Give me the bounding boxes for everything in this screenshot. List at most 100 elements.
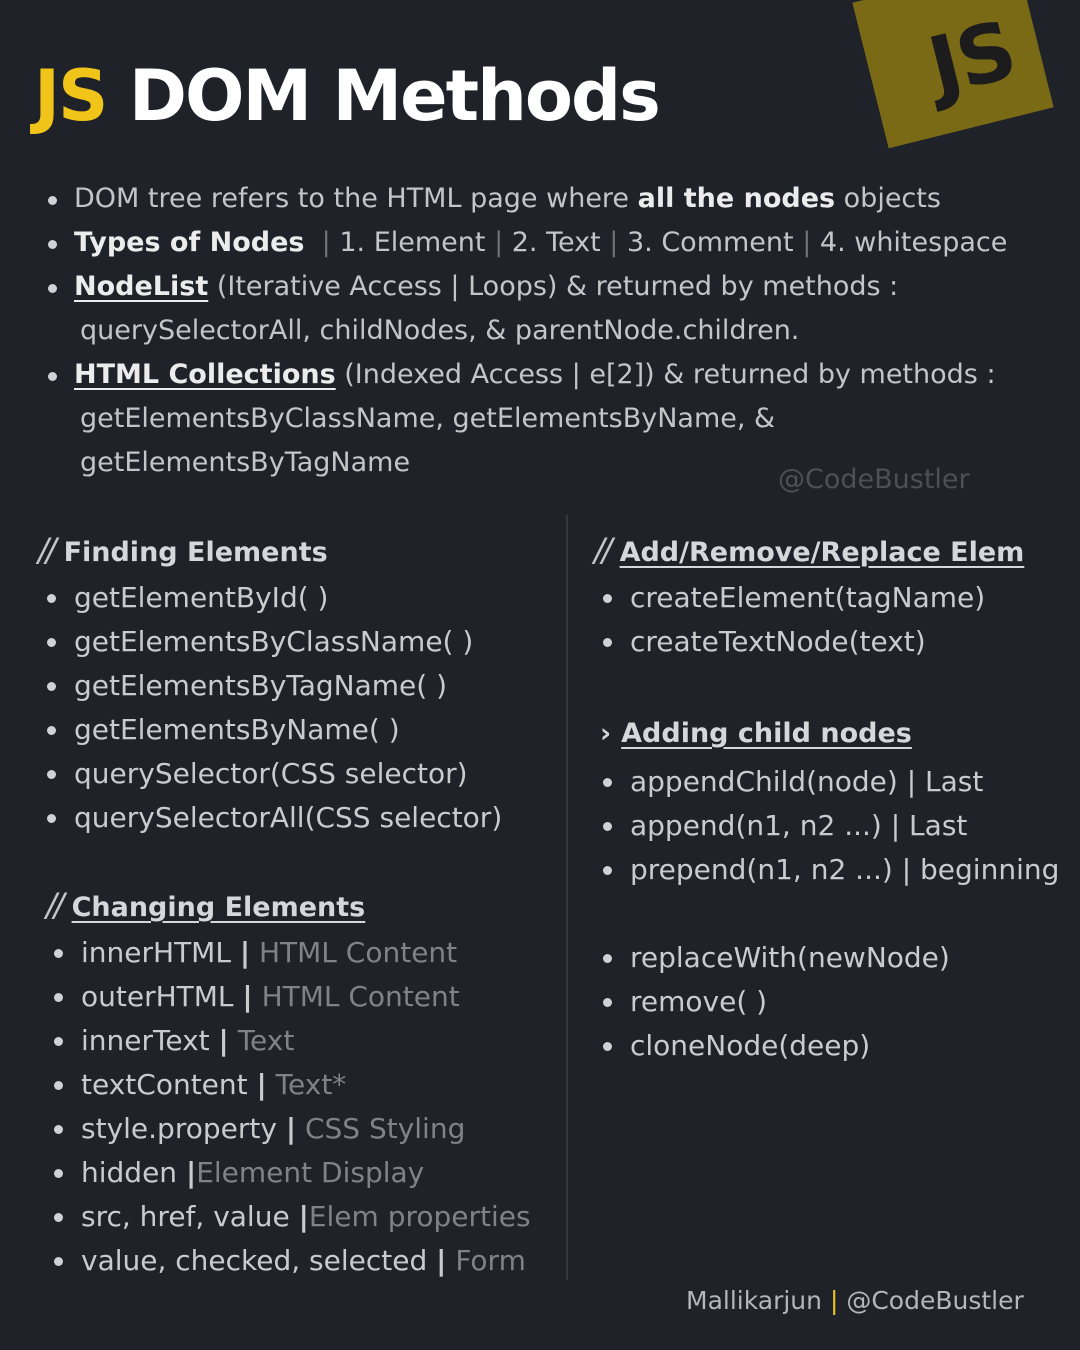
section-heading-add-remove: //Add/Remove/Replace Elem <box>594 530 1024 573</box>
bullet-dot <box>47 638 56 647</box>
intro-continuation: getElementsByClassName, getElementsByNam… <box>80 403 776 434</box>
list-item: getElementsByClassName( ) <box>47 620 474 664</box>
intro-bullet-nodelist: NodeList (Iterative Access | Loops) & re… <box>74 265 898 309</box>
list-item: prepend(n1, n2 ...) | beginning <box>603 848 1060 892</box>
node-type: 2. Text <box>503 227 610 258</box>
separator: | <box>185 1156 197 1189</box>
property-name: hidden <box>81 1156 178 1189</box>
list-item: getElementsByTagName( ) <box>47 664 448 708</box>
watermark: @CodeBustler <box>778 464 970 495</box>
author-handle: @CodeBustler <box>838 1286 1024 1315</box>
method-name: cloneNode(deep) <box>630 1029 871 1062</box>
property-desc: HTML Content <box>258 936 458 969</box>
section-title: Adding child nodes <box>621 718 912 749</box>
property-name: innerHTML <box>81 936 231 969</box>
bullet-dot <box>54 1213 63 1222</box>
author-name: Mallikarjun <box>686 1286 830 1315</box>
list-item: replaceWith(newNode) <box>603 936 950 980</box>
chevron-right-icon: › <box>600 718 612 749</box>
bullet-dot <box>54 993 63 1002</box>
footer-credit: Mallikarjun | @CodeBustler <box>686 1286 1024 1315</box>
section-heading-changing: //Changing Elements <box>46 885 365 928</box>
list-item: createTextNode(text) <box>603 620 926 664</box>
separator: | <box>218 1024 229 1057</box>
method-name: remove( ) <box>630 985 768 1018</box>
method-name: createTextNode(text) <box>630 625 926 658</box>
list-item: querySelector(CSS selector) <box>47 752 468 796</box>
intro-text: (Iterative Access | Loops) & returned by… <box>208 271 899 302</box>
node-type: 4. whitespace <box>811 227 1008 258</box>
intro-bullet-dom-tree: DOM tree refers to the HTML page where a… <box>74 177 941 221</box>
list-item: querySelectorAll(CSS selector) <box>47 796 503 840</box>
bullet-dot <box>603 638 612 647</box>
list-item: textContent | Text* <box>54 1063 346 1107</box>
page-title: JS DOM Methods <box>34 55 661 137</box>
property-name: textContent <box>81 1068 248 1101</box>
separator: | <box>239 936 251 969</box>
separator: | <box>802 227 812 258</box>
bullet-dot <box>54 1081 63 1090</box>
method-name: getElementsByTagName( ) <box>74 669 448 702</box>
node-type: 1. Element <box>330 227 495 258</box>
property-name: src, href, value <box>81 1200 290 1233</box>
method-name: getElementById( ) <box>74 581 329 614</box>
property-desc: Text <box>237 1024 295 1057</box>
intro-bold: NodeList <box>74 271 209 302</box>
intro-bold: HTML Collections <box>74 359 336 390</box>
bullet-dot <box>47 726 56 735</box>
bullet-dot <box>47 814 56 823</box>
property-desc: CSS Styling <box>304 1112 466 1145</box>
section-title: Add/Remove/Replace Elem <box>619 537 1025 568</box>
list-item: hidden |Element Display <box>54 1151 425 1195</box>
bullet-dot <box>47 770 56 779</box>
list-item: style.property | CSS Styling <box>54 1107 466 1151</box>
property-name: style.property <box>81 1112 277 1145</box>
intro-continuation: getElementsByTagName <box>80 447 411 478</box>
bullet-dot <box>603 866 612 875</box>
property-desc: Element Display <box>196 1156 425 1189</box>
list-item: getElementsByName( ) <box>47 708 400 752</box>
method-name: querySelectorAll(CSS selector) <box>74 801 503 834</box>
bullet-dot <box>603 954 612 963</box>
method-name: querySelector(CSS selector) <box>74 757 468 790</box>
bullet-dot <box>603 1042 612 1051</box>
list-item: appendChild(node) | Last <box>603 760 984 804</box>
property-name: outerHTML <box>81 980 234 1013</box>
intro-bullet-html-collections: HTML Collections (Indexed Access | e[2])… <box>74 353 996 397</box>
list-item: append(n1, n2 ...) | Last <box>603 804 968 848</box>
section-heading-finding: //Finding Elements <box>38 530 328 573</box>
list-item: innerHTML | HTML Content <box>54 931 458 975</box>
list-item: cloneNode(deep) <box>603 1024 871 1068</box>
bullet-dot <box>54 1125 63 1134</box>
method-name: append(n1, n2 ...) | Last <box>630 809 968 842</box>
method-name: getElementsByClassName( ) <box>74 625 474 658</box>
separator: | <box>285 1112 297 1145</box>
property-name: innerText <box>81 1024 210 1057</box>
list-item: remove( ) <box>603 980 768 1024</box>
separator: | <box>242 980 253 1013</box>
list-item: value, checked, selected | Form <box>54 1239 526 1283</box>
method-name: prepend(n1, n2 ...) | beginning <box>630 853 1060 886</box>
bullet-dot <box>603 594 612 603</box>
bullet-dot <box>47 594 56 603</box>
method-name: appendChild(node) | Last <box>630 765 984 798</box>
method-name: createElement(tagName) <box>630 581 986 614</box>
section-title: Finding Elements <box>63 537 328 568</box>
separator: | <box>436 1244 447 1277</box>
bullet-dot <box>48 196 57 205</box>
separator: | <box>494 227 504 258</box>
bullet-dot <box>48 284 57 293</box>
bullet-dot <box>47 682 56 691</box>
property-desc: HTML Content <box>261 980 460 1013</box>
property-name: value, checked, selected <box>81 1244 428 1277</box>
title-js: JS <box>34 55 108 137</box>
separator: | <box>256 1068 267 1101</box>
comment-slashes: // <box>594 531 612 569</box>
title-rest: DOM Methods <box>128 55 661 137</box>
property-desc: Form <box>455 1244 526 1277</box>
intro-bullet-node-types: Types of Nodes | 1. Element | 2. Text | … <box>74 221 1007 265</box>
separator: | <box>321 227 331 258</box>
comment-slashes: // <box>46 886 64 924</box>
column-divider <box>566 515 568 1280</box>
bullet-dot <box>603 822 612 831</box>
